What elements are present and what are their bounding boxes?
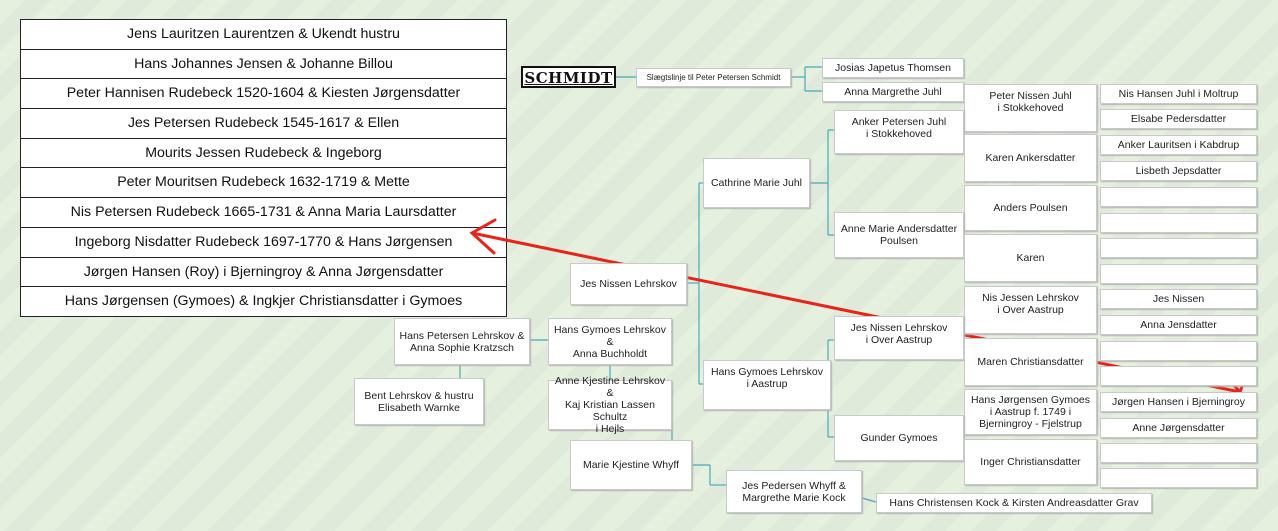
person-nis-jessen-lehrskov: Nis Jessen Lehrskov i Over Aastrup bbox=[964, 286, 1097, 334]
empty-box bbox=[1100, 187, 1257, 207]
empty-box bbox=[1100, 341, 1257, 361]
person-josias-japetus-thomsen: Josias Japetus Thomsen bbox=[822, 58, 964, 78]
empty-box bbox=[1100, 213, 1257, 233]
person-hans-jorgensen-gymoes: Hans Jørgensen Gymoes i Aastrup f. 1749 i… bbox=[964, 389, 1097, 435]
person-hans-petersen-lehrskov: Hans Petersen Lehrskov & Anna Sophie Krat… bbox=[394, 318, 530, 365]
person-jes-nissen: Jes Nissen bbox=[1100, 289, 1257, 309]
person-bent-lehrskov: Bent Lehrskov & hustru Elisabeth Warnke bbox=[354, 378, 484, 425]
person-anker-lauritsen: Anker Lauritsen i Kabdrup bbox=[1100, 135, 1257, 155]
slaegtslinje-label: Slægtslinje til Peter Petersen Schmidt bbox=[636, 68, 791, 87]
person-karen: Karen bbox=[964, 234, 1097, 282]
empty-box bbox=[1100, 443, 1257, 463]
person-marie-kjestine-whyff: Marie Kjestine Whyff bbox=[570, 440, 692, 490]
person-jes-pedersen-whyff: Jes Pedersen Whyff & Margrethe Marie Kock bbox=[726, 470, 862, 513]
person-hans-christensen-kock: Hans Christensen Kock & Kirsten Andreasd… bbox=[876, 493, 1152, 513]
person-peter-nissen-juhl: Peter Nissen Juhl i Stokkehoved bbox=[964, 84, 1097, 132]
person-anne-marie-andersdatter: Anne Marie Andersdatter Poulsen bbox=[834, 212, 964, 258]
empty-box bbox=[1100, 264, 1257, 284]
person-inger-christiansdatter: Inger Christiansdatter bbox=[964, 439, 1097, 485]
person-nis-hansen-juhl: Nis Hansen Juhl i Moltrup bbox=[1100, 84, 1257, 104]
person-jes-nissen-lehrskov: Jes Nissen Lehrskov bbox=[570, 263, 687, 305]
person-gunder-gymoes: Gunder Gymoes bbox=[834, 415, 964, 461]
empty-box bbox=[1100, 238, 1257, 258]
empty-box bbox=[1100, 366, 1257, 386]
person-hans-gymoes-lehrskov-buchholdt: Hans Gymoes Lehrskov & Anna Buchholdt bbox=[548, 318, 672, 365]
person-elsabe-pedersdatter: Elsabe Pedersdatter bbox=[1100, 109, 1257, 129]
person-anders-poulsen: Anders Poulsen bbox=[964, 185, 1097, 231]
person-anna-jensdatter: Anna Jensdatter bbox=[1100, 315, 1257, 335]
person-anna-margrethe-juhl: Anna Margrethe Juhl bbox=[822, 82, 964, 102]
person-anne-jorgensdatter: Anne Jørgensdatter bbox=[1100, 418, 1257, 438]
person-anker-petersen-juhl: Anker Petersen Juhl i Stokkehoved bbox=[834, 110, 964, 154]
person-cathrine-marie-juhl: Cathrine Marie Juhl bbox=[703, 158, 810, 208]
person-hans-gymoes-lehrskov-aastrup: Hans Gymoes Lehrskov i Aastrup bbox=[703, 360, 831, 410]
person-lisbeth-jepsdatter: Lisbeth Jepsdatter bbox=[1100, 161, 1257, 181]
person-maren-christiansdatter: Maren Christiansdatter bbox=[964, 338, 1097, 386]
schmidt-logo: SCHMIDT bbox=[521, 66, 616, 88]
person-karen-ankersdatter: Karen Ankersdatter bbox=[964, 134, 1097, 182]
person-jes-nissen-lehrskov-over-aastrup: Jes Nissen Lehrskov i Over Aastrup bbox=[834, 316, 964, 360]
empty-box bbox=[1100, 468, 1257, 488]
person-anne-kjestine-lehrskov: Anne Kjestine Lehrskov & Kaj Kristian Las… bbox=[548, 375, 672, 435]
person-jorgen-hansen-bjerningroy: Jørgen Hansen i Bjerningroy bbox=[1100, 392, 1257, 412]
